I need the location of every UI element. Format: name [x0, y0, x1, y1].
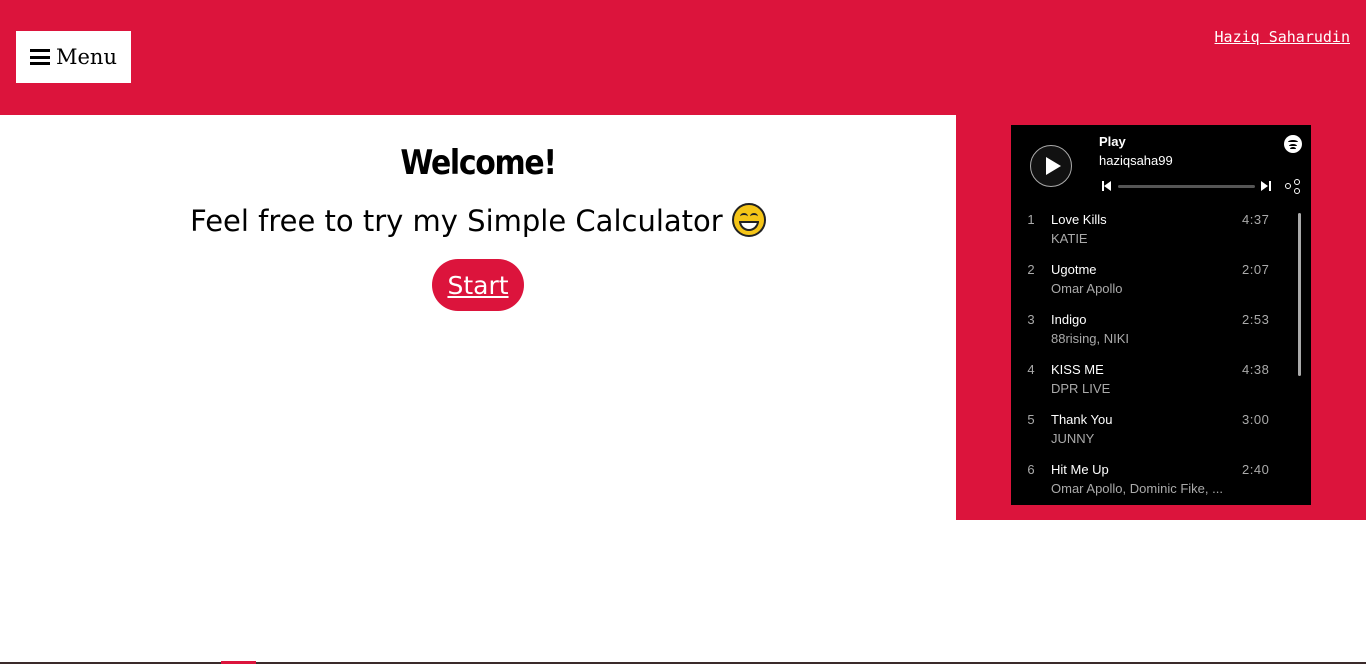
track-row[interactable]: 4 KISS ME DPR LIVE 4:38 — [1011, 359, 1311, 409]
menu-label: Menu — [56, 45, 117, 69]
track-duration: 2:07 — [1242, 262, 1270, 277]
track-row[interactable]: 3 Indigo 88rising, NIKI 2:53 — [1011, 309, 1311, 359]
next-icon[interactable] — [1260, 180, 1272, 192]
scrollbar[interactable] — [1298, 213, 1301, 376]
track-artist: Omar Apollo — [1051, 281, 1123, 296]
track-artist: KATIE — [1051, 231, 1088, 246]
track-list: 1 Love Kills KATIE 4:37 2 Ugotme Omar Ap… — [1011, 209, 1311, 505]
track-artist: 88rising, NIKI — [1051, 331, 1130, 346]
grinning-face-icon — [731, 203, 766, 237]
previous-icon[interactable] — [1101, 180, 1113, 192]
menu-button[interactable]: Menu — [16, 31, 131, 83]
track-artist: JUNNY — [1051, 431, 1095, 446]
track-number: 1 — [1027, 212, 1035, 227]
track-number: 3 — [1027, 312, 1035, 327]
track-name: Ugotme — [1051, 262, 1097, 277]
spotify-icon[interactable] — [1284, 135, 1302, 153]
track-number: 5 — [1027, 412, 1035, 427]
track-name: Love Kills — [1051, 212, 1107, 227]
menu-icon — [30, 49, 50, 65]
sidebar: Play haziqsaha99 1 Love Kills KATIE 4:37… — [956, 115, 1366, 520]
track-number: 4 — [1027, 362, 1035, 377]
track-artist: DPR LIVE — [1051, 381, 1111, 396]
play-icon — [1046, 157, 1061, 175]
subtitle: Feel free to try my Simple Calculator — [0, 203, 956, 238]
share-icon[interactable] — [1285, 179, 1300, 194]
welcome-heading: Welcome! — [400, 143, 557, 183]
subtitle-text: Feel free to try my Simple Calculator — [190, 204, 723, 238]
track-name: Indigo — [1051, 312, 1087, 327]
start-button[interactable]: Start — [432, 259, 524, 311]
track-number: 6 — [1027, 462, 1035, 477]
track-row[interactable]: 1 Love Kills KATIE 4:37 — [1011, 209, 1311, 259]
player-title: Play — [1099, 134, 1126, 149]
track-duration: 2:53 — [1242, 312, 1270, 327]
track-artist: Omar Apollo, Dominic Fike, ... — [1051, 481, 1223, 496]
track-duration: 2:40 — [1242, 462, 1270, 477]
track-row[interactable]: 2 Ugotme Omar Apollo 2:07 — [1011, 259, 1311, 309]
spotify-player: Play haziqsaha99 1 Love Kills KATIE 4:37… — [1011, 125, 1311, 505]
track-name: Hit Me Up — [1051, 462, 1109, 477]
author-link[interactable]: Haziq Saharudin — [1215, 28, 1350, 46]
play-button[interactable] — [1030, 145, 1072, 187]
track-row[interactable]: 5 Thank You JUNNY 3:00 — [1011, 409, 1311, 459]
track-duration: 3:00 — [1242, 412, 1270, 427]
track-row[interactable]: 6 Hit Me Up Omar Apollo, Dominic Fike, .… — [1011, 459, 1311, 505]
track-duration: 4:37 — [1242, 212, 1270, 227]
track-name: KISS ME — [1051, 362, 1104, 377]
player-user[interactable]: haziqsaha99 — [1099, 153, 1173, 168]
track-name: Thank You — [1051, 412, 1113, 427]
track-duration: 4:38 — [1242, 362, 1270, 377]
progress-bar[interactable] — [1118, 185, 1255, 188]
header: Menu Haziq Saharudin — [0, 0, 1366, 115]
track-number: 2 — [1027, 262, 1035, 277]
